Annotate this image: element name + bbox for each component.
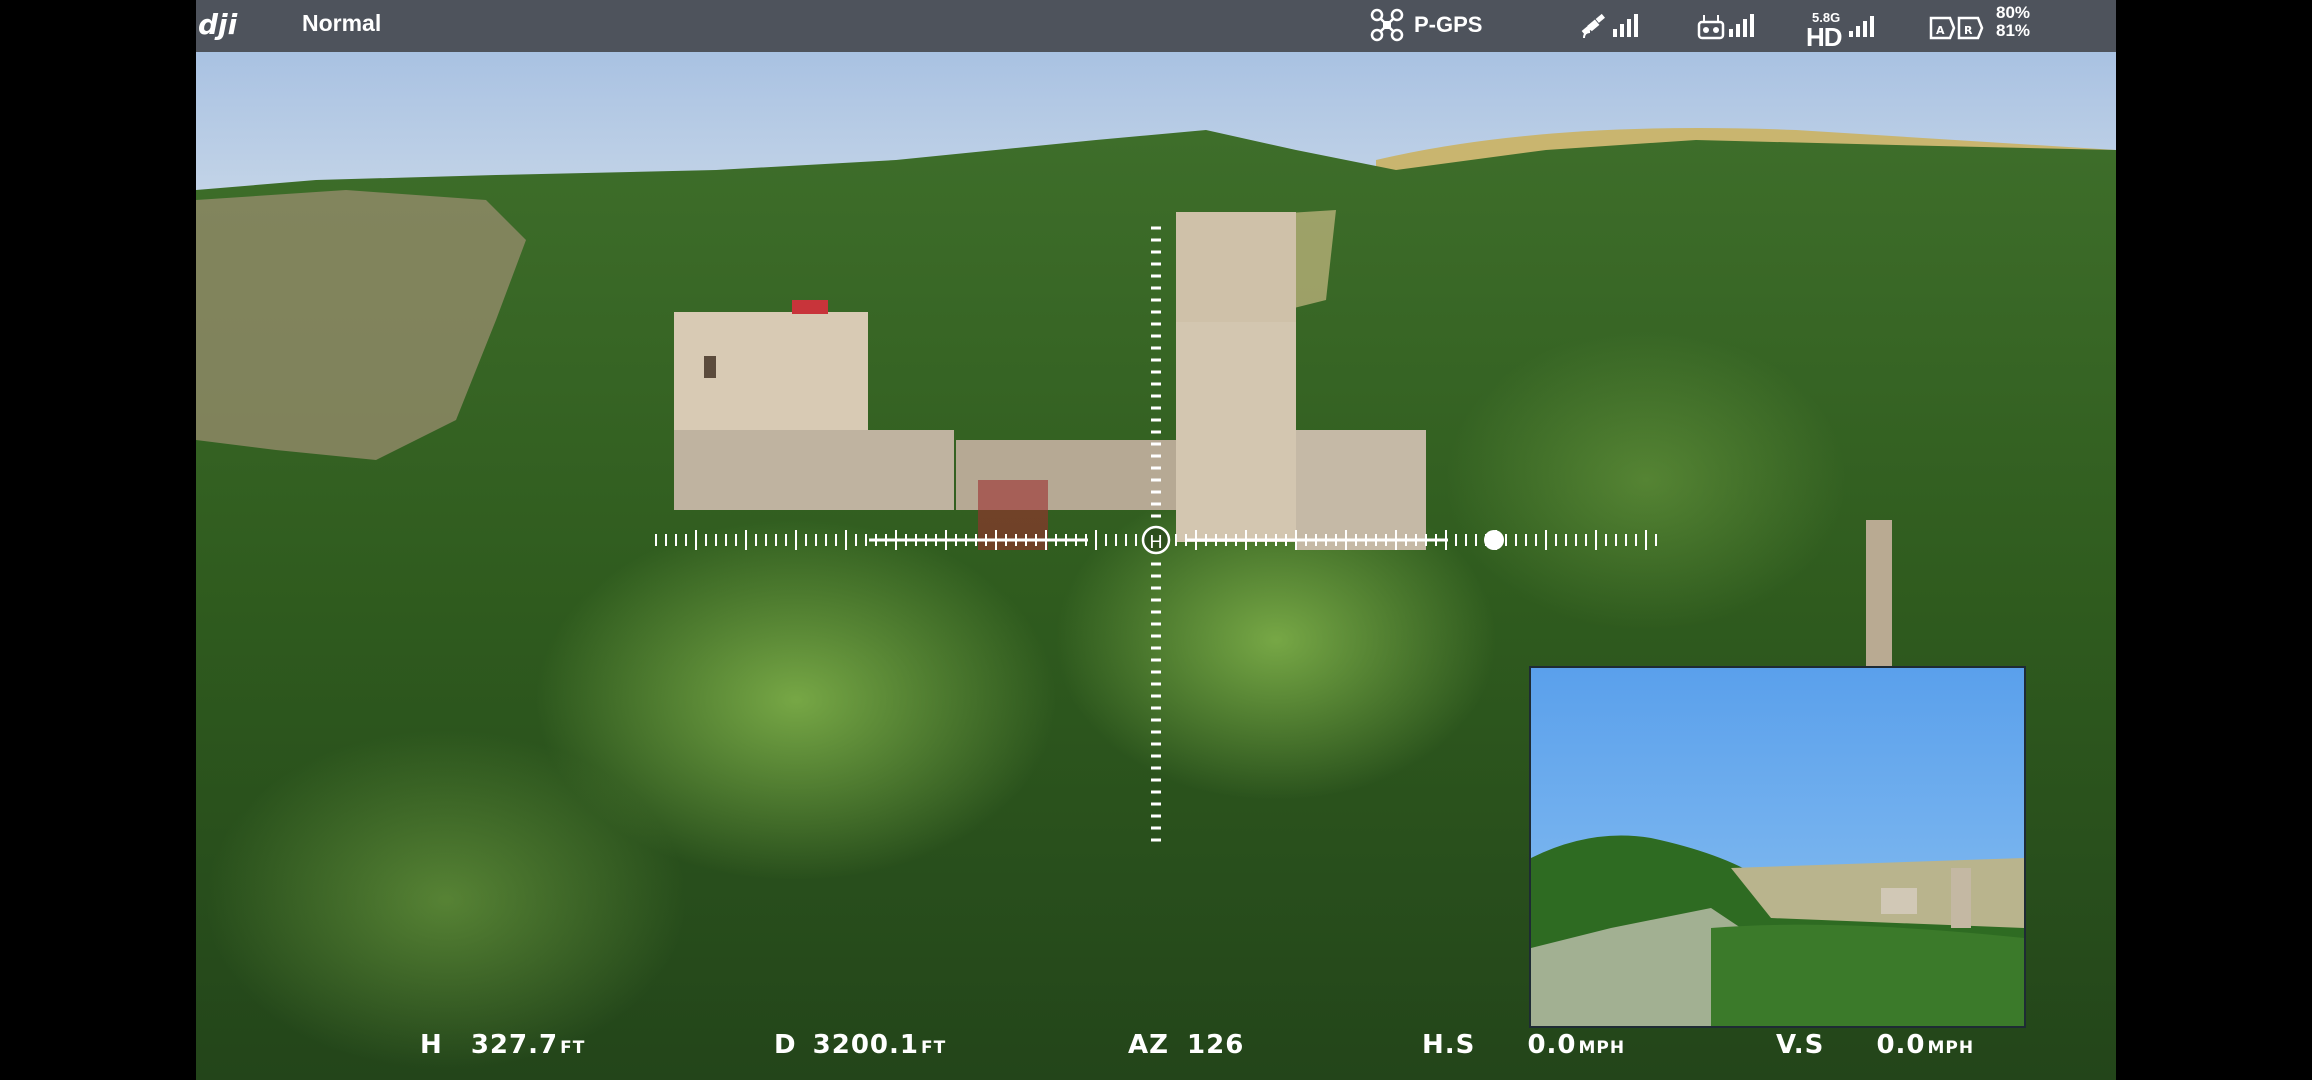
pip-camera-feed bbox=[1531, 668, 2024, 1026]
gps-mode-label: P-GPS bbox=[1414, 12, 1483, 37]
svg-text:R: R bbox=[1964, 24, 1973, 37]
azimuth-label: AZ bbox=[1128, 1030, 1169, 1060]
vertical-speed-unit: MPH bbox=[1927, 1038, 1975, 1058]
svg-text:dji: dji bbox=[198, 8, 238, 41]
horizontal-speed-value: 0.0 bbox=[1527, 1030, 1577, 1060]
telemetry-bar: H 327.7 FT D 3200.1 FT AZ 126 H.S 0.0 MPH V… bbox=[196, 1024, 2116, 1072]
distance-unit: FT bbox=[921, 1038, 947, 1058]
video-link-signal[interactable]: 5.8G HD bbox=[1806, 8, 1886, 52]
height-readout: H 327.7 FT bbox=[420, 1030, 585, 1060]
drone-icon bbox=[1370, 8, 1404, 42]
horizontal-speed-unit: MPH bbox=[1578, 1038, 1626, 1058]
hd-label: HD bbox=[1806, 22, 1843, 52]
flight-mode-label[interactable]: Normal bbox=[302, 10, 381, 37]
dji-logo: dji bbox=[198, 8, 238, 41]
horizontal-speed-label: H.S bbox=[1422, 1030, 1476, 1060]
distance-value: 3200.1 bbox=[812, 1030, 919, 1060]
satellite-icon bbox=[1581, 13, 1605, 39]
distance-label: D bbox=[774, 1030, 797, 1060]
remote-controller-icon bbox=[1697, 15, 1725, 40]
distance-readout: D 3200.1 FT bbox=[774, 1030, 946, 1060]
camera-viewport[interactable]: dji Normal P-GPS 5.8G HD A R 80% 81% H H… bbox=[196, 0, 2116, 1080]
battery-icon: A R bbox=[1929, 16, 1984, 40]
vertical-speed-label: V.S bbox=[1776, 1030, 1825, 1060]
remote-battery-level: 81% bbox=[1996, 21, 2031, 40]
status-bar: dji Normal P-GPS 5.8G HD A R 80% 81% bbox=[196, 0, 2116, 52]
pip-map-view[interactable] bbox=[1529, 666, 2026, 1028]
vertical-speed-value: 0.0 bbox=[1876, 1030, 1926, 1060]
satellite-signal-bars bbox=[1610, 14, 1638, 42]
height-label: H bbox=[420, 1030, 443, 1060]
aircraft-battery-level: 80% bbox=[1996, 3, 2031, 22]
remote-signal[interactable] bbox=[1696, 8, 1754, 42]
height-unit: FT bbox=[560, 1038, 586, 1058]
svg-text:A: A bbox=[1936, 24, 1945, 37]
azimuth-value: 126 bbox=[1187, 1030, 1245, 1060]
gps-status[interactable]: P-GPS bbox=[1370, 8, 1482, 42]
azimuth-readout: AZ 126 bbox=[1128, 1030, 1244, 1060]
battery-status[interactable]: A R bbox=[1928, 8, 1986, 42]
height-value: 327.7 bbox=[470, 1030, 559, 1060]
remote-signal-bars bbox=[1726, 14, 1754, 42]
vertical-speed-readout: V.S 0.0 MPH bbox=[1776, 1030, 1974, 1060]
horizontal-speed-readout: H.S 0.0 MPH bbox=[1422, 1030, 1625, 1060]
video-signal-bars bbox=[1846, 16, 1874, 42]
battery-levels: 80% 81% bbox=[1996, 4, 2030, 40]
satellite-signal[interactable] bbox=[1580, 8, 1638, 42]
